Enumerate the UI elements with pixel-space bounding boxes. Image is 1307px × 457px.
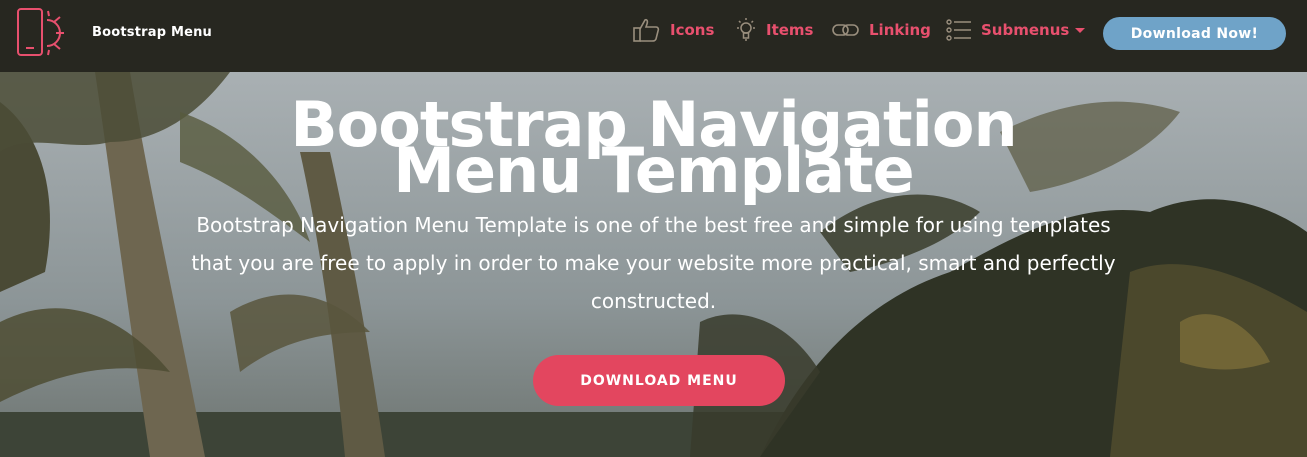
navbar: Bootstrap Menu Icons Items Linking Subme… (0, 0, 1307, 72)
lightbulb-icon (737, 18, 755, 41)
hero-title-line-2: Menu Template (393, 134, 914, 207)
nav-item-linking[interactable]: Linking (832, 17, 931, 43)
hero-section: Bootstrap Navigation Menu Template Boots… (0, 72, 1307, 457)
download-menu-button[interactable]: DOWNLOAD MENU (533, 355, 785, 406)
link-icon (832, 24, 859, 36)
nav-item-submenus-label: Submenus (981, 21, 1070, 39)
nav-item-linking-label: Linking (869, 21, 931, 39)
nav-item-icons-label: Icons (670, 21, 715, 39)
nav-item-items-label: Items (766, 21, 814, 39)
download-now-button[interactable]: Download Now! (1103, 17, 1286, 50)
nav-item-items[interactable]: Items (735, 17, 813, 43)
thumbs-up-icon (633, 18, 660, 42)
brand-link[interactable]: Bootstrap Menu (14, 6, 212, 64)
nav-item-icons[interactable]: Icons (633, 17, 714, 43)
list-icon (946, 19, 971, 41)
nav-item-submenus[interactable]: Submenus (946, 17, 1086, 43)
phone-sun-icon (17, 8, 64, 56)
hero-description: Bootstrap Navigation Menu Template is on… (191, 213, 1116, 313)
brand-name: Bootstrap Menu (92, 25, 213, 40)
chevron-down-icon (1075, 27, 1086, 33)
